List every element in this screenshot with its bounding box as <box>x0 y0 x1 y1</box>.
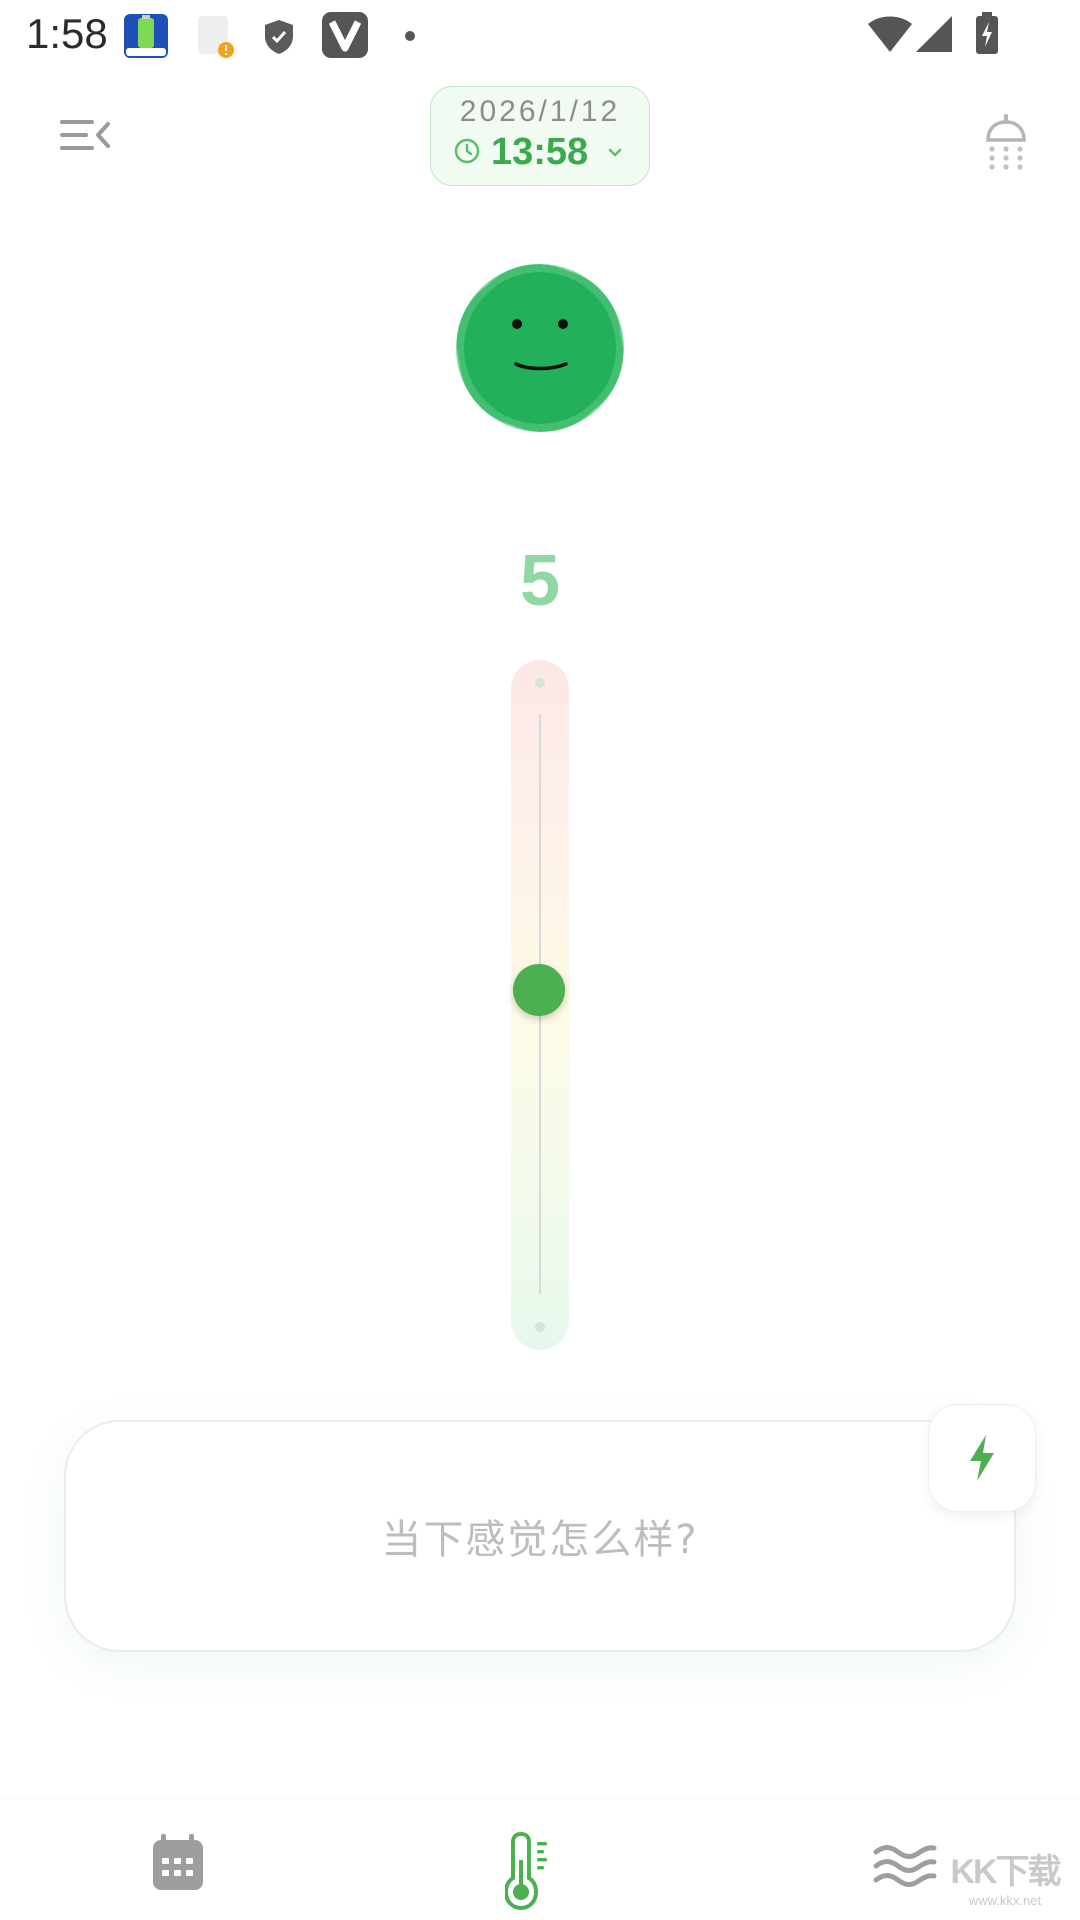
waves-icon <box>873 1845 937 1887</box>
battery-charging-icon <box>976 12 998 54</box>
watermark: KK下载 www.kkx.net <box>950 1844 1061 1914</box>
feeling-input-card[interactable]: 当下感觉怎么样? <box>64 1420 1016 1652</box>
watermark-text: KK下载 <box>950 1853 1061 1891</box>
slider-bottom-dot <box>535 1322 545 1332</box>
notification-alert-icon <box>198 16 234 58</box>
menu-button[interactable] <box>56 110 116 160</box>
lightning-icon <box>970 1435 994 1481</box>
nav-mood[interactable] <box>503 1830 575 1911</box>
dot-icon <box>405 31 415 41</box>
quick-record-button[interactable] <box>928 1404 1036 1512</box>
thermometer-icon <box>503 1831 547 1911</box>
battery-app-icon <box>124 14 168 58</box>
status-time: 1:58 <box>26 10 108 57</box>
mood-face <box>454 262 626 434</box>
date-time-picker[interactable]: 2026/1/12 13:58 <box>430 86 650 186</box>
shower-button[interactable] <box>982 112 1030 170</box>
cell-signal-icon <box>916 16 952 52</box>
time-label: 13:58 <box>491 131 589 173</box>
v-app-icon <box>322 12 368 58</box>
shower-icon <box>986 114 1026 170</box>
smiley-face-icon <box>456 264 624 432</box>
date-label: 2026/1/12 <box>459 95 621 128</box>
watermark-url: www.kkx.net <box>968 1893 1042 1908</box>
slider-top-dot <box>535 678 545 688</box>
feeling-input-placeholder: 当下感觉怎么样? <box>381 1517 699 1563</box>
mood-slider-thumb[interactable] <box>513 964 565 1016</box>
menu-collapse-icon <box>60 120 110 150</box>
clock-icon <box>454 138 480 164</box>
nav-calendar[interactable] <box>145 1830 215 1900</box>
bottom-navigation: KK下载 www.kkx.net <box>0 1800 1080 1920</box>
wifi-icon <box>868 16 912 52</box>
chevron-down-icon <box>608 148 622 157</box>
mood-score: 5 <box>519 541 561 621</box>
nav-waves[interactable] <box>870 1830 940 1900</box>
calendar-icon <box>153 1834 203 1890</box>
shield-icon <box>265 20 293 54</box>
time-row: 13:58 <box>453 131 633 175</box>
status-bar: 1:58 <box>0 0 1080 75</box>
